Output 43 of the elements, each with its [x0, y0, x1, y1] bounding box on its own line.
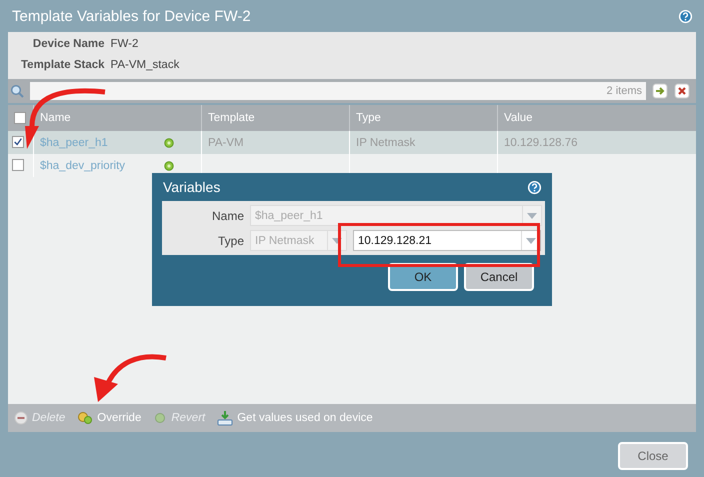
table-cell: IP Netmask [356, 136, 416, 148]
field-label: Type [216, 234, 244, 248]
column-header[interactable]: Name [40, 112, 71, 124]
toolbar-button[interactable]: Override [77, 411, 142, 425]
download-icon [217, 410, 234, 426]
name-dropdown[interactable]: $ha_peer_h1 [250, 205, 542, 226]
variable-link[interactable]: $ha_peer_h1 [40, 136, 108, 148]
field-value: PA-VM_stack [110, 59, 180, 71]
search-icon [10, 84, 24, 98]
row-checkbox[interactable] [12, 159, 24, 172]
column-header[interactable]: Value [504, 112, 533, 124]
button-label: Get values used on device [237, 412, 373, 424]
table-row[interactable]: $ha_peer_h1 PA-VM IP Netmask 10.129.128.76 [8, 131, 696, 154]
field-label: Template Stack [21, 59, 105, 71]
coins-icon [77, 411, 94, 425]
button-label: Delete [32, 412, 66, 424]
table-cell: PA-VM [208, 136, 244, 148]
field-label: Name [210, 208, 244, 222]
variable-link[interactable]: $ha_dev_priority [40, 160, 126, 172]
checkmark-icon [13, 137, 23, 148]
field-value: FW-2 [110, 38, 140, 50]
help-icon[interactable] [527, 180, 542, 194]
table-row[interactable]: $ha_dev_priority [8, 154, 696, 177]
button-label: Revert [171, 412, 206, 424]
row-checkbox[interactable] [12, 136, 24, 148]
toolbar-button[interactable]: Get values used on device [217, 410, 373, 426]
search-field[interactable]: 2 items [30, 82, 646, 100]
help-icon[interactable] [678, 8, 693, 24]
item-count: 2 items [606, 85, 642, 97]
type-dropdown[interactable]: IP Netmask [250, 230, 347, 251]
minus-icon [14, 411, 28, 425]
window-title: Template Variables for Device FW-2 [12, 8, 251, 24]
select-all-checkbox[interactable] [14, 112, 26, 124]
column-header[interactable]: Type [356, 112, 381, 124]
clear-filter-icon[interactable] [674, 83, 690, 99]
column-header[interactable]: Template [208, 112, 255, 124]
value-combobox[interactable]: 10.129.128.21 [353, 230, 541, 251]
apply-filter-icon[interactable] [652, 83, 668, 99]
button-label: Override [97, 412, 142, 424]
dialog-title: Variables [163, 179, 220, 195]
field-label: Device Name [32, 38, 105, 50]
close-button[interactable]: Close [618, 442, 688, 470]
table-cell: 10.129.128.76 [504, 136, 578, 148]
